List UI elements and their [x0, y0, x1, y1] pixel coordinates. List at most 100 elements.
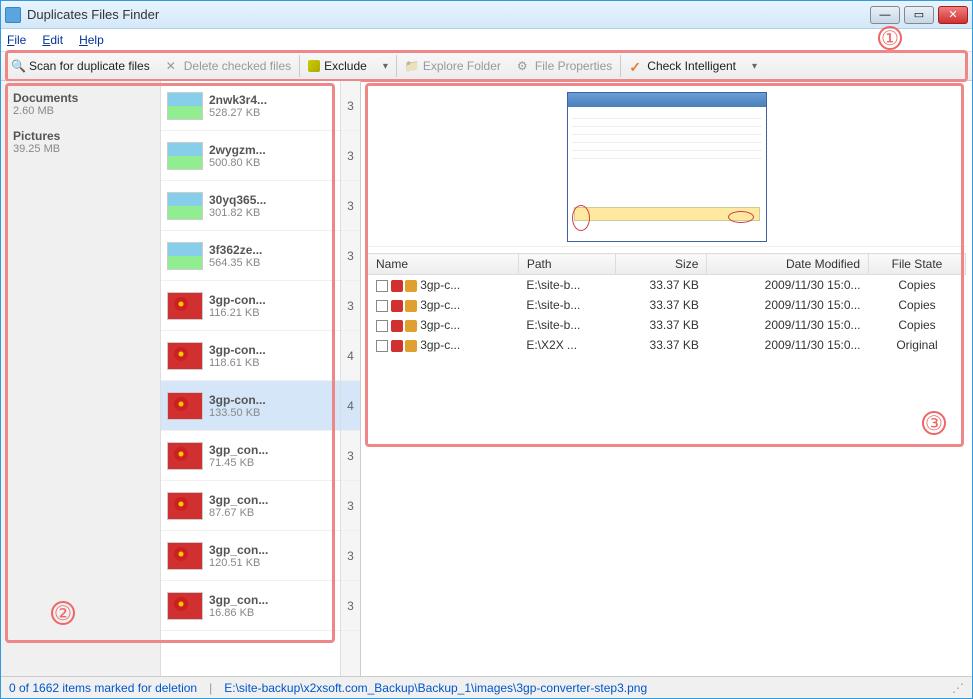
- table-row[interactable]: 3gp-c...E:\site-b...33.37 KB2009/11/30 1…: [368, 295, 966, 315]
- duplicate-count: 3: [341, 281, 360, 331]
- preview-image: [567, 92, 767, 242]
- cell-size: 33.37 KB: [615, 335, 707, 355]
- file-size: 133.50 KB: [209, 407, 334, 419]
- file-item[interactable]: 3gp-con...118.61 KB: [161, 331, 340, 381]
- right-pane: Name Path Size Date Modified File State …: [361, 81, 972, 676]
- cell-path: E:\X2X ...: [518, 335, 615, 355]
- check-intelligent-dropdown[interactable]: Check Intelligent: [621, 56, 765, 76]
- file-size: 120.51 KB: [209, 557, 334, 569]
- file-name: 3gp_con...: [209, 593, 334, 607]
- file-name: 3gp-con...: [209, 293, 334, 307]
- duplicate-count: 3: [341, 581, 360, 631]
- file-size: 564.35 KB: [209, 257, 334, 269]
- file-thumbnail: [167, 392, 203, 420]
- file-name: 3f362ze...: [209, 243, 334, 257]
- file-name: 3gp-con...: [209, 393, 334, 407]
- cell-name: 3gp-c...: [420, 298, 460, 312]
- row-checkbox[interactable]: [376, 300, 388, 312]
- exclude-dropdown[interactable]: Exclude: [300, 56, 396, 76]
- file-thumbnail: [167, 542, 203, 570]
- file-item[interactable]: 30yq365...301.82 KB: [161, 181, 340, 231]
- file-size: 528.27 KB: [209, 107, 334, 119]
- folder-item-pictures[interactable]: Pictures 39.25 MB: [1, 123, 160, 161]
- file-item[interactable]: 3gp_con...16.86 KB: [161, 581, 340, 631]
- row-checkbox[interactable]: [376, 340, 388, 352]
- left-pane: Documents 2.60 MB Pictures 39.25 MB 2nwk…: [1, 81, 361, 676]
- cell-state: Original: [869, 335, 966, 355]
- file-thumbnail: [167, 442, 203, 470]
- close-button[interactable]: ✕: [938, 6, 968, 24]
- explore-folder-button[interactable]: Explore Folder: [397, 56, 509, 76]
- cell-state: Copies: [869, 275, 966, 296]
- cell-name: 3gp-c...: [420, 338, 460, 352]
- file-item[interactable]: 3gp_con...71.45 KB: [161, 431, 340, 481]
- file-thumbnail: [167, 192, 203, 220]
- cell-size: 33.37 KB: [615, 295, 707, 315]
- file-item[interactable]: 3gp_con...87.67 KB: [161, 481, 340, 531]
- folder-size: 2.60 MB: [13, 105, 148, 117]
- cell-size: 33.37 KB: [615, 315, 707, 335]
- cell-state: Copies: [869, 315, 966, 335]
- resize-grip[interactable]: ⋰: [952, 681, 964, 695]
- file-name: 3gp_con...: [209, 493, 334, 507]
- folder-size: 39.25 MB: [13, 143, 148, 155]
- cell-date: 2009/11/30 15:0...: [707, 295, 869, 315]
- column-date[interactable]: Date Modified: [707, 254, 869, 275]
- folder-exclude-icon: [308, 60, 320, 72]
- file-item[interactable]: 2wygzm...500.80 KB: [161, 131, 340, 181]
- delete-checked-button[interactable]: Delete checked files: [158, 56, 299, 76]
- window-title: Duplicates Files Finder: [27, 7, 870, 22]
- file-size: 116.21 KB: [209, 307, 334, 319]
- column-state[interactable]: File State: [869, 254, 966, 275]
- file-name: 3gp_con...: [209, 543, 334, 557]
- file-item[interactable]: 3gp_con...120.51 KB: [161, 531, 340, 581]
- status-marked-count: 0 of 1662 items marked for deletion: [9, 681, 197, 695]
- column-path[interactable]: Path: [518, 254, 615, 275]
- folder-name: Documents: [13, 91, 148, 105]
- duplicate-count: 4: [341, 331, 360, 381]
- maximize-button[interactable]: ▭: [904, 6, 934, 24]
- table-header-row: Name Path Size Date Modified File State: [368, 254, 966, 275]
- row-checkbox[interactable]: [376, 320, 388, 332]
- minimize-button[interactable]: —: [870, 6, 900, 24]
- file-thumbnail: [167, 292, 203, 320]
- table-row[interactable]: 3gp-c...E:\site-b...33.37 KB2009/11/30 1…: [368, 315, 966, 335]
- duplicate-count: 3: [341, 181, 360, 231]
- cell-size: 33.37 KB: [615, 275, 707, 296]
- duplicates-table[interactable]: Name Path Size Date Modified File State …: [367, 253, 966, 670]
- scan-button[interactable]: Scan for duplicate files: [3, 56, 158, 76]
- menu-edit[interactable]: Edit: [42, 33, 63, 47]
- duplicate-count: 4: [341, 381, 360, 431]
- duplicate-count: 3: [341, 131, 360, 181]
- file-type-icon: [391, 340, 417, 352]
- file-item[interactable]: 2nwk3r4...528.27 KB: [161, 81, 340, 131]
- file-size: 500.80 KB: [209, 157, 334, 169]
- table-row[interactable]: 3gp-c...E:\site-b...33.37 KB2009/11/30 1…: [368, 275, 966, 296]
- file-size: 118.61 KB: [209, 357, 334, 369]
- cell-date: 2009/11/30 15:0...: [707, 275, 869, 296]
- file-thumbnail: [167, 242, 203, 270]
- column-name[interactable]: Name: [368, 254, 519, 275]
- cell-path: E:\site-b...: [518, 315, 615, 335]
- file-thumbnail: [167, 492, 203, 520]
- column-size[interactable]: Size: [615, 254, 707, 275]
- file-thumbnail-list[interactable]: 2nwk3r4...528.27 KB2wygzm...500.80 KB30y…: [161, 81, 340, 676]
- file-item[interactable]: 3gp-con...133.50 KB: [161, 381, 340, 431]
- file-item[interactable]: 3f362ze...564.35 KB: [161, 231, 340, 281]
- folder-item-documents[interactable]: Documents 2.60 MB: [1, 85, 160, 123]
- file-item[interactable]: 3gp-con...116.21 KB: [161, 281, 340, 331]
- file-properties-button[interactable]: File Properties: [509, 56, 620, 76]
- file-size: 16.86 KB: [209, 607, 334, 619]
- preview-area: [367, 87, 966, 247]
- folder-name: Pictures: [13, 129, 148, 143]
- cell-date: 2009/11/30 15:0...: [707, 315, 869, 335]
- file-type-icon: [391, 320, 417, 332]
- row-checkbox[interactable]: [376, 280, 388, 292]
- check-icon: [629, 59, 643, 73]
- menu-help[interactable]: Help: [79, 33, 104, 47]
- search-icon: [11, 59, 25, 73]
- file-thumbnail: [167, 92, 203, 120]
- window-controls: — ▭ ✕: [870, 6, 968, 24]
- table-row[interactable]: 3gp-c...E:\X2X ...33.37 KB2009/11/30 15:…: [368, 335, 966, 355]
- menu-file[interactable]: File: [7, 33, 26, 47]
